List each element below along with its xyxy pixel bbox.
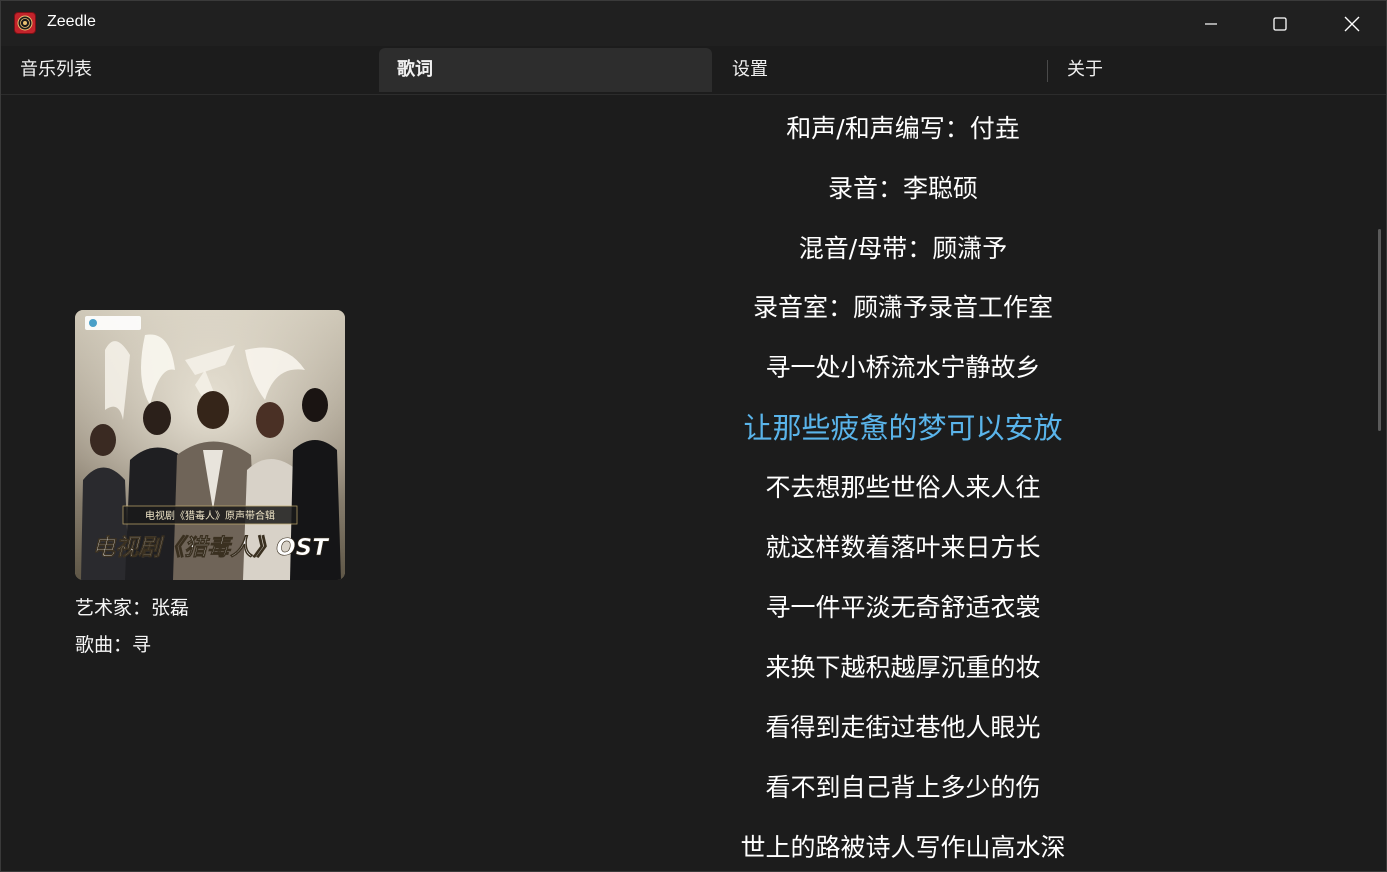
lyric-line-current[interactable]: 让那些疲惫的梦可以安放 [713, 405, 1093, 447]
lyric-line[interactable]: 看得到走街过巷他人眼光 [713, 708, 1093, 744]
app-title: Zeedle [47, 13, 96, 30]
lyric-line[interactable]: 录音室：顾潇予录音工作室 [713, 288, 1093, 324]
tab-settings[interactable]: 设置 [714, 48, 1047, 92]
maximize-icon [1273, 16, 1287, 31]
tab-about[interactable]: 关于 [1049, 48, 1382, 92]
lyric-line[interactable]: 混音/母带：顾潇予 [713, 229, 1093, 265]
lyric-line[interactable]: 就这样数着落叶来日方长 [713, 528, 1093, 564]
lyric-line[interactable]: 录音：李聪硕 [713, 169, 1093, 205]
record-icon [14, 12, 36, 34]
tab-divider [1047, 60, 1048, 82]
lyric-line[interactable]: 和声/和声编写：付垚 [713, 109, 1093, 145]
artist-label: 艺术家：张磊 [75, 597, 190, 619]
lyric-line[interactable]: 看不到自己背上多少的伤 [713, 768, 1093, 804]
lyric-line[interactable]: 不去想那些世俗人来人往 [713, 468, 1093, 504]
title-bar[interactable]: Zeedle [1, 1, 1386, 46]
song-label: 歌曲：寻 [75, 634, 152, 656]
tab-bar: 音乐列表 歌词 设置 关于 [1, 46, 1386, 95]
lyrics-scrollbar[interactable] [1378, 229, 1381, 431]
app-window: Zeedle 音乐列表 歌词 设置 关于 电视剧《猎毒人》原声带合辑 电视剧《猎… [0, 0, 1387, 872]
close-button[interactable] [1317, 1, 1386, 46]
minimize-button[interactable] [1176, 1, 1246, 46]
lyrics-panel[interactable]: 和声/和声编写：付垚 录音：李聪硕 混音/母带：顾潇予 录音室：顾潇予录音工作室… [713, 95, 1093, 871]
lyric-line[interactable]: 世上的路被诗人写作山高水深 [713, 828, 1093, 864]
lyric-line[interactable]: 来换下越积越厚沉重的妆 [713, 648, 1093, 684]
album-cover: 电视剧《猎毒人》原声带合辑 电视剧《猎毒人》OST [75, 310, 345, 580]
close-icon [1344, 16, 1360, 31]
tab-lyrics[interactable]: 歌词 [379, 48, 712, 92]
tab-music-list[interactable]: 音乐列表 [2, 48, 378, 92]
lyric-line[interactable]: 寻一件平淡无奇舒适衣裳 [713, 588, 1093, 624]
cover-title-text: 电视剧《猎毒人》OST [92, 535, 330, 561]
minimize-icon [1205, 22, 1217, 25]
cover-banner-text: 电视剧《猎毒人》原声带合辑 [145, 509, 275, 522]
maximize-button[interactable] [1245, 1, 1315, 46]
lyric-line[interactable]: 寻一处小桥流水宁静故乡 [713, 348, 1093, 384]
